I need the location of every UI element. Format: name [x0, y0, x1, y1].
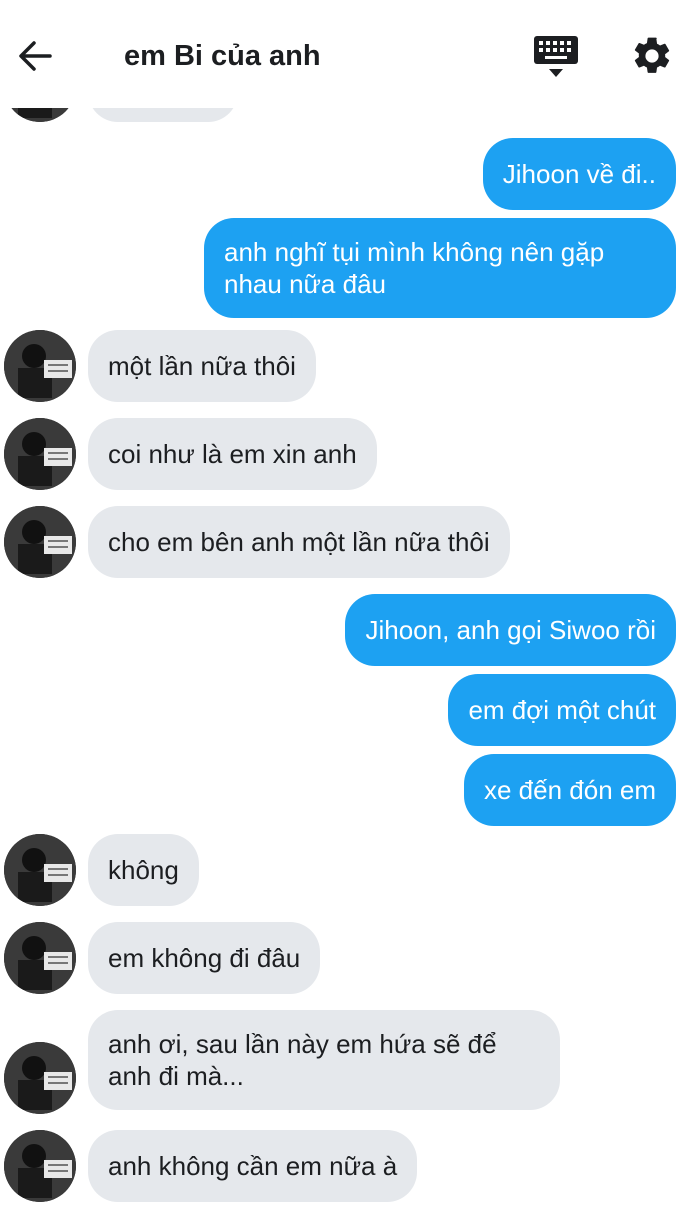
message-bubble-outgoing[interactable]: anh nghĩ tụi mình không nên gặp nhau nữa… — [204, 218, 676, 318]
message-bubble-incoming[interactable]: em không đi đâu — [88, 922, 321, 994]
message-bubble-outgoing[interactable]: Jihoon về đi.. — [482, 138, 676, 210]
avatar[interactable] — [4, 1042, 76, 1114]
message-bubble-outgoing[interactable]: Jihoon, anh gọi Siwoo rồi — [345, 594, 676, 666]
avatar[interactable] — [4, 922, 76, 994]
avatar[interactable] — [4, 834, 76, 906]
message-bubble-incoming[interactable]: không — [88, 834, 199, 906]
avatar[interactable] — [4, 330, 76, 402]
avatar[interactable] — [4, 1130, 76, 1202]
message-bubble-incoming[interactable]: coi như là em xin anh — [88, 418, 377, 490]
message-bubble-incoming[interactable]: cho em bên anh một lần nữa thôi — [88, 506, 510, 578]
message-bubble-incoming[interactable]: anh ơi, sau lần này em hứa sẽ để anh đi … — [88, 1010, 560, 1110]
message-bubble-outgoing[interactable]: xe đến đón em — [463, 754, 676, 826]
avatar[interactable] — [4, 418, 76, 490]
avatar[interactable] — [4, 506, 76, 578]
gear-icon[interactable] — [630, 34, 674, 78]
keyboard-icon[interactable] — [533, 35, 579, 79]
arrow-left-icon[interactable] — [16, 36, 56, 76]
chat-header: em Bi của anh — [0, 0, 699, 108]
message-bubble-outgoing[interactable]: em đợi một chút — [448, 674, 676, 746]
message-bubble-incoming[interactable]: anh không cần em nữa à — [88, 1130, 418, 1202]
message-list[interactable]: Jihoon về đi.. anh nghĩ tụi mình không n… — [0, 0, 699, 1231]
message-bubble-incoming[interactable]: một lần nữa thôi — [88, 330, 316, 402]
chat-title: em Bi của anh — [124, 40, 321, 72]
